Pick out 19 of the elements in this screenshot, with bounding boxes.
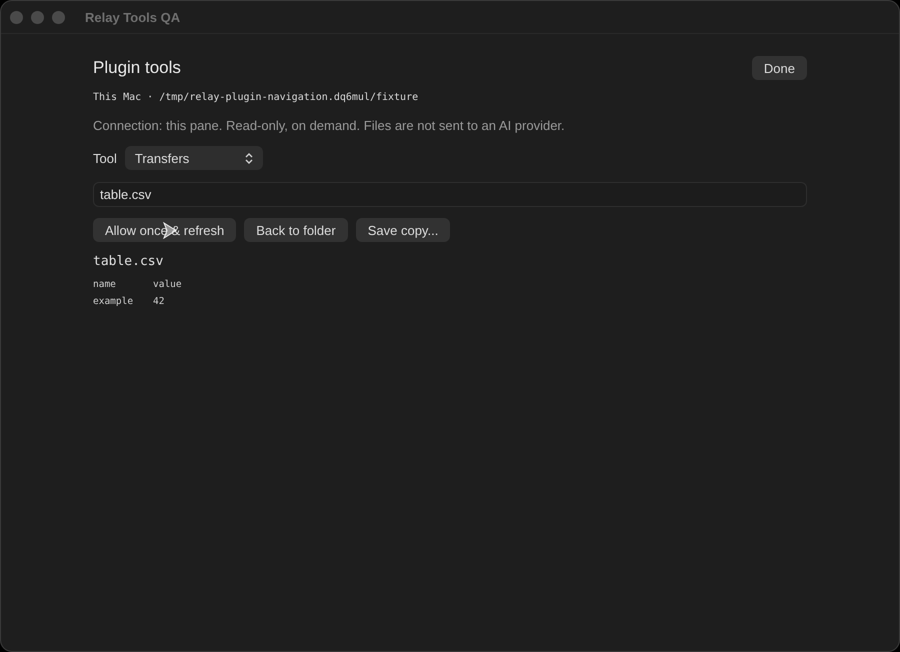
path-field[interactable]: table.csv [93, 182, 807, 207]
tool-dropdown[interactable]: Transfers [124, 146, 263, 170]
tool-label: Tool [93, 150, 117, 166]
action-button[interactable]: Back to folder [244, 218, 348, 242]
table-cell: value [153, 279, 182, 290]
chevron-up-down-icon [244, 152, 253, 164]
location-path: This Mac · /tmp/relay-plugin-navigation.dq6mul/fixture [93, 92, 420, 103]
table-cell-text: 42 [153, 296, 166, 307]
done-button[interactable]: Done [752, 56, 807, 80]
table-cell-text: example [93, 296, 134, 307]
zoom-button[interactable] [52, 10, 65, 24]
close-button[interactable] [10, 10, 23, 24]
table-cell-text: name [93, 279, 117, 290]
panel-title: Plugin tools [93, 58, 181, 78]
preview-title: table.csv [93, 254, 164, 269]
connection-note: Connection: this pane. Read-only, on demand. Files are not sent to an AI provider. [93, 118, 566, 133]
window-title: Relay Tools QA [85, 10, 180, 24]
minimize-button[interactable] [31, 10, 44, 24]
action-button[interactable]: Save copy... [356, 218, 450, 242]
